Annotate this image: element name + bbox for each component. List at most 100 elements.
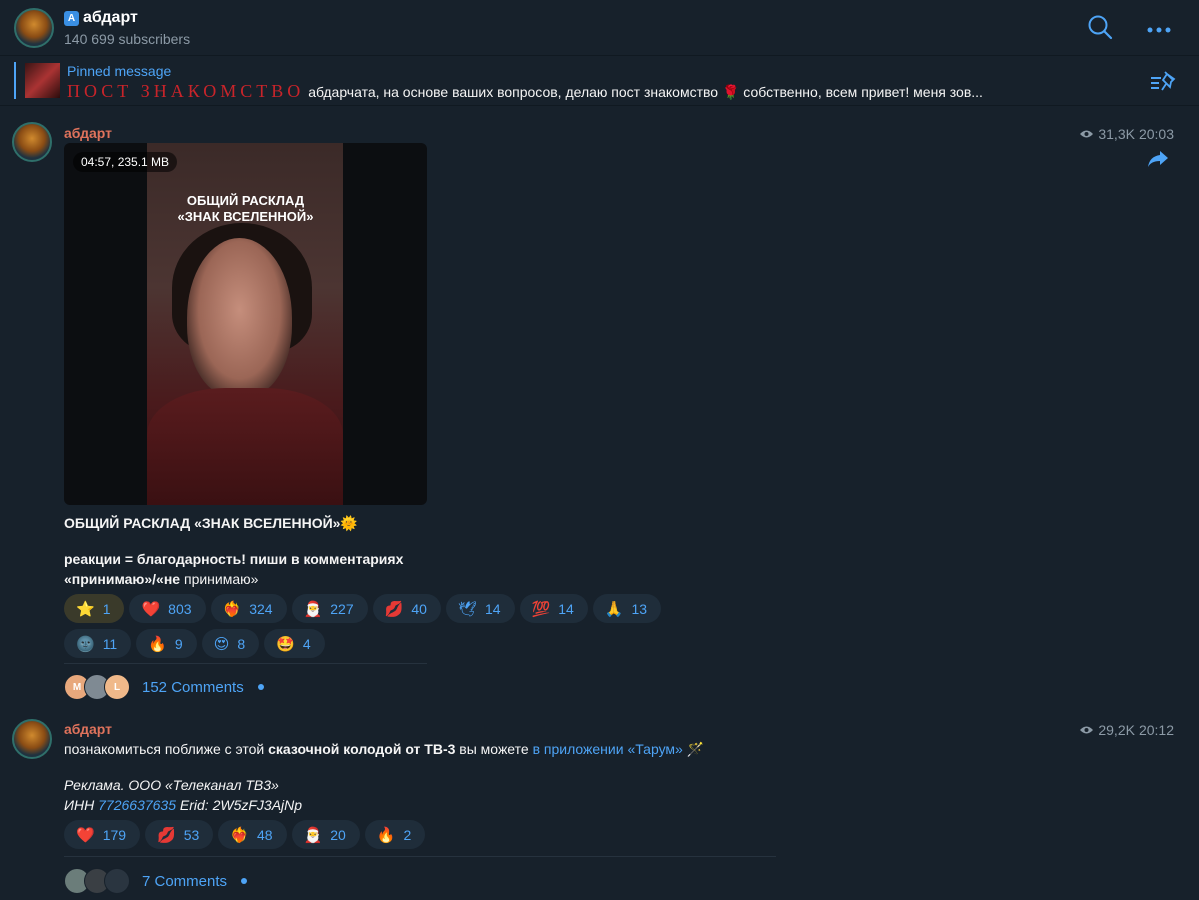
reaction-chip[interactable]: 🔥 9 — [136, 629, 197, 658]
author-avatar[interactable] — [12, 719, 52, 759]
pinned-red-title: ПОСТ ЗНАКОМСТВО — [67, 81, 305, 101]
reaction-chip[interactable]: ❤️ 179 — [64, 820, 141, 849]
reaction-chip[interactable]: 🤩 4 — [264, 629, 325, 658]
rose-icon: 🌹 — [721, 84, 740, 100]
reaction-chip[interactable]: 💋 53 — [145, 820, 214, 849]
pinned-text-a: абдарчата, на основе ваших вопросов, дел… — [304, 84, 722, 100]
author-name[interactable]: абдарт — [64, 721, 112, 737]
reaction-chip[interactable]: 😍 8 — [201, 629, 260, 658]
reaction-count: 803 — [168, 600, 192, 617]
commenter-avatar — [104, 868, 130, 894]
reaction-count: 11 — [102, 635, 118, 652]
view-count: 31,3K — [1098, 126, 1135, 142]
video-figure-face — [187, 238, 292, 398]
reaction-chip[interactable]: 🎅 227 — [291, 594, 368, 623]
pinned-indicator — [14, 62, 16, 99]
reaction-chip[interactable]: ❤️ 803 — [129, 594, 206, 623]
reaction-count: 4 — [302, 635, 311, 652]
reaction-chip[interactable]: 🌚 11 — [64, 629, 132, 658]
reaction-count: 324 — [249, 600, 273, 617]
post-title: ОБЩИЙ РАСКЛАД «ЗНАК ВСЕЛЕННОЙ»🌞 — [64, 515, 358, 531]
video-caption: ОБЩИЙ РАСКЛАД «ЗНАК ВСЕЛЕННОЙ» — [64, 193, 427, 225]
reaction-emoji-icon: 🎅 — [303, 600, 323, 618]
reaction-emoji-icon: 🌚 — [76, 635, 95, 653]
comments-link[interactable]: 7 Comments — [64, 868, 248, 894]
reaction-emoji-icon: ❤️ — [141, 600, 161, 618]
reaction-count: 20 — [330, 826, 346, 843]
reaction-count: 179 — [102, 826, 127, 843]
channel-title[interactable]: A абдарт — [64, 9, 138, 27]
channel-avatar[interactable] — [14, 8, 54, 48]
message-time: 20:12 — [1138, 722, 1174, 738]
reaction-count: 13 — [631, 600, 648, 617]
unread-dot-icon — [257, 684, 264, 690]
ad-line-2: ИНН 7726637635 Erid: 2W5zFJ3AjNp — [64, 795, 302, 815]
reaction-count: 9 — [174, 635, 183, 652]
reaction-chip[interactable]: 🙏 13 — [592, 594, 662, 623]
reaction-chip[interactable]: 💋 40 — [372, 594, 441, 623]
video-caption-line-1: ОБЩИЙ РАСКЛАД — [186, 193, 305, 208]
search-icon[interactable] — [1087, 14, 1113, 45]
post-body: познакомиться поближе с этой сказочной к… — [64, 739, 704, 759]
video-figure-body — [147, 388, 343, 505]
post-text-c: вы можете — [455, 741, 533, 757]
inn-label: ИНН — [64, 797, 99, 813]
more-icon[interactable] — [1147, 22, 1171, 40]
reaction-count: 40 — [411, 600, 427, 617]
video-duration: 04:57, 235.1 MB — [73, 152, 178, 172]
post-body-normal: принимаю» — [180, 571, 259, 587]
reaction-chip[interactable]: ❤️‍🔥 324 — [210, 594, 287, 623]
post-body: реакции = благодарность! пиши в коммента… — [64, 549, 404, 589]
unread-dot-icon — [241, 878, 248, 884]
pinned-thumbnail — [25, 63, 60, 98]
reaction-chip[interactable]: 🔥 2 — [364, 820, 426, 849]
pinned-preview: ПОСТ ЗНАКОМСТВО абдарчата, на основе ваш… — [67, 81, 1137, 102]
message-time: 20:03 — [1138, 126, 1174, 142]
magic-wand-icon: 🪄 — [682, 741, 705, 757]
comments-link[interactable]: M L 152 Comments — [64, 674, 264, 700]
ad-line-1: Реклама. ООО «Телеканал ТВ3» — [64, 777, 279, 793]
reaction-emoji-icon: 🎅 — [303, 826, 323, 844]
pinned-text-b: собственно, всем привет! меня зов... — [739, 84, 983, 100]
reaction-count: 8 — [237, 635, 246, 652]
reaction-emoji-icon: 🔥 — [376, 826, 396, 844]
pinned-list-icon[interactable] — [1150, 70, 1176, 97]
reaction-emoji-icon: 🤩 — [276, 635, 295, 653]
reaction-emoji-icon: 💯 — [531, 600, 551, 618]
reaction-chip[interactable]: 💯 14 — [519, 594, 588, 623]
inn-link[interactable]: 7726637635 — [98, 797, 176, 813]
ad-disclaimer: Реклама. ООО «Телеканал ТВ3» ИНН 7726637… — [64, 775, 302, 815]
comments-divider — [64, 856, 776, 857]
reaction-count: 53 — [183, 826, 200, 843]
reaction-emoji-icon: 🔥 — [148, 635, 167, 653]
reaction-count: 2 — [403, 826, 412, 843]
pinned-message-bar[interactable]: Pinned message ПОСТ ЗНАКОМСТВО абдарчата… — [0, 56, 1199, 106]
commenter-avatar: L — [104, 674, 130, 700]
reaction-count: 48 — [257, 826, 273, 843]
comments-count: 7 Comments — [142, 872, 228, 890]
channel-name: абдарт — [83, 9, 138, 26]
post-text-a: познакомиться поближе с этой — [64, 741, 269, 757]
reaction-count: 14 — [484, 600, 501, 617]
author-name[interactable]: абдарт — [64, 125, 112, 141]
reactions-bar: ⭐ 1 ❤️ 803 ❤️‍🔥 324 🎅 227 💋 40 🕊 14 💯 14 🙏 13 🌚 1… — [64, 594, 704, 658]
reaction-emoji-icon: ❤️‍🔥 — [222, 600, 242, 618]
reaction-count: 227 — [330, 600, 354, 617]
reaction-chip[interactable]: 🎅 20 — [291, 820, 360, 849]
pinned-label: Pinned message — [67, 63, 172, 79]
reaction-chip[interactable]: 🕊 14 — [445, 594, 515, 623]
reaction-count: 14 — [558, 600, 574, 617]
reaction-emoji-icon: ❤️ — [76, 826, 95, 844]
video-attachment[interactable]: ОБЩИЙ РАСКЛАД «ЗНАК ВСЕЛЕННОЙ» 04:57, 23… — [64, 143, 427, 505]
reactions-bar: ❤️ 179 💋 53 ❤️‍🔥 48 🎅 20 🔥 2 — [64, 820, 704, 849]
tarum-app-link[interactable]: в приложении «Тарум» — [533, 741, 683, 757]
eye-icon — [1079, 722, 1094, 738]
author-avatar[interactable] — [12, 122, 52, 162]
reaction-chip[interactable]: ❤️‍🔥 48 — [218, 820, 287, 849]
share-icon[interactable] — [1147, 150, 1169, 173]
reaction-emoji-icon: 💋 — [384, 600, 404, 618]
comments-count: 152 Comments — [142, 678, 244, 696]
reaction-chip[interactable]: ⭐ 1 — [64, 594, 125, 623]
eye-icon — [1079, 126, 1094, 142]
reaction-emoji-icon: 💋 — [157, 826, 176, 844]
